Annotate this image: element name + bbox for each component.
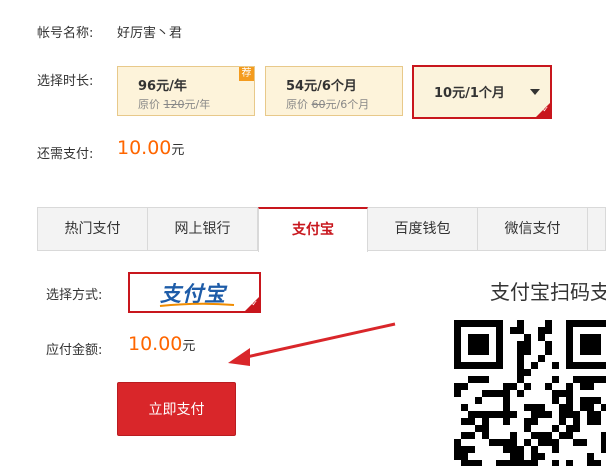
payment-tabs: 热门支付 网上银行 支付宝 百度钱包 微信支付	[37, 207, 606, 252]
account-name-value: 好厉害丶君	[117, 26, 183, 41]
orig-suffix: 元/6个月	[325, 98, 370, 111]
qr-title: 支付宝扫码支	[490, 280, 606, 304]
tab-popular[interactable]: 热门支付	[38, 208, 148, 250]
tab-online-bank[interactable]: 网上银行	[148, 208, 258, 250]
payable-amount: 10.00元	[128, 333, 195, 355]
plan-1-month-dropdown[interactable]: 10元/1个月	[412, 65, 552, 119]
orig-value: 120	[163, 98, 185, 111]
plan-price: 10元/1个月	[434, 86, 505, 101]
plan-price: 96元/年	[138, 79, 187, 94]
account-name-label: 帐号名称:	[37, 26, 94, 41]
plan-6-months[interactable]: 54元/6个月 原价 60元/6个月	[265, 66, 403, 116]
orig-value: 60	[311, 98, 326, 111]
check-icon	[536, 103, 550, 117]
tab-wechat-pay[interactable]: 微信支付	[478, 208, 588, 250]
orig-prefix: 原价	[286, 98, 308, 111]
duration-label: 选择时长:	[37, 74, 94, 89]
due-amount-value: 10.00	[117, 137, 172, 159]
recommend-badge: 荐	[239, 67, 254, 81]
qr-code	[448, 318, 606, 466]
payable-amount-unit: 元	[182, 339, 196, 354]
plan-price: 54元/6个月	[286, 79, 357, 94]
plan-original-price: 原价 60元/6个月	[286, 96, 369, 112]
tab-alipay[interactable]: 支付宝	[258, 207, 368, 252]
alipay-option[interactable]: 支付宝	[128, 272, 261, 313]
plan-original-price: 原价 120元/年	[138, 96, 210, 112]
due-amount: 10.00元	[117, 137, 184, 159]
method-label: 选择方式:	[46, 288, 103, 303]
alipay-logo-swoosh	[159, 302, 235, 307]
check-icon	[245, 297, 259, 311]
tab-baidu-wallet[interactable]: 百度钱包	[368, 208, 478, 250]
orig-suffix: 元/年	[184, 98, 211, 111]
annotation-arrow	[228, 322, 396, 366]
payable-amount-value: 10.00	[128, 333, 183, 355]
pay-now-button[interactable]: 立即支付	[117, 382, 236, 436]
plan-yearly[interactable]: 96元/年 原价 120元/年 荐	[117, 66, 255, 116]
due-label: 还需支付:	[37, 147, 94, 162]
payable-label: 应付金额:	[46, 343, 103, 358]
orig-prefix: 原价	[138, 98, 160, 111]
chevron-down-icon	[530, 89, 540, 95]
due-amount-unit: 元	[171, 143, 185, 158]
